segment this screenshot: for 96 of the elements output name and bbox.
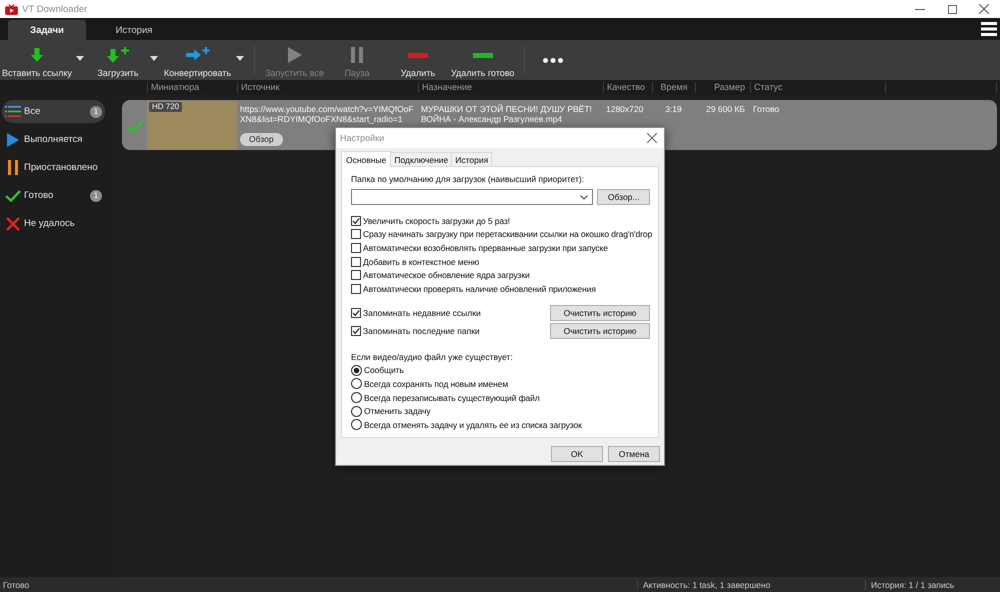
column-header[interactable]: Статус [750,82,885,93]
checkbox-label: Запоминать последние папки [363,326,480,336]
checkbox-label: Добавить в контекстное меню [363,256,479,267]
convert-button[interactable]: Конвертировать [162,40,234,80]
column-header[interactable]: Миниатюра [147,82,237,93]
menu-button[interactable] [981,22,997,36]
pause-icon [350,47,363,63]
checkbox-label: Автоматическое обновление ядра загрузки [363,270,530,280]
column-header[interactable]: Источник [237,82,418,93]
close-icon [979,4,989,14]
sidebar-item[interactable]: Не удалось [2,212,105,235]
maximize-icon [948,4,956,14]
column-header[interactable]: Назначение [418,82,603,93]
right-arrow-plus-icon [186,47,210,63]
minimize-icon [915,8,925,10]
ok-button[interactable]: OK [551,446,603,462]
dialog-title: Настройки [340,133,384,143]
count-badge: 1 [90,106,102,118]
close-icon [647,133,657,143]
delete-finished-button[interactable]: Удалить готово [448,40,516,80]
minus-icon [472,52,493,58]
status-message: Готово [2,580,30,590]
task-source: https://www.youtube.com/watch?v=YIMQfOoFXN8&list=RDYIMQfOoFXN8&start_radio=1 [240,104,415,124]
window-title: VT Downloader [22,4,88,14]
dialog-tab[interactable]: История [451,152,492,166]
tab[interactable]: Задачи [8,20,86,40]
radio-button[interactable] [351,419,362,430]
radio-label: Всегда отменять задачу и удалять ее из списка загрузок [364,420,582,430]
radio-label: Отменить задачу [364,406,431,416]
pause-icon [8,160,18,175]
caret-down-icon [76,56,84,60]
radio-label: Сообщить [364,365,404,376]
checkbox[interactable] [351,308,361,318]
menu-icon [981,22,997,36]
check-icon [5,190,21,202]
play-icon [288,47,302,63]
paste-link-button[interactable]: Вставить ссылку [0,40,74,80]
check-icon [126,121,142,133]
folder-dropdown[interactable] [351,189,594,205]
column-header[interactable]: Качество [603,82,652,93]
radio-button[interactable] [351,364,362,376]
checkbox[interactable] [351,242,361,253]
checkbox[interactable] [351,229,361,240]
cancel-button[interactable]: Отмена [608,446,660,462]
column-header[interactable]: Размер [695,82,750,93]
down-arrow-plus-icon [106,47,129,63]
list-icon [5,106,21,117]
clear-history-button[interactable]: Очистить историю [550,322,650,339]
task-quality: 1280x720 [605,103,644,116]
tv-play-icon [5,4,18,14]
checkbox[interactable] [351,256,361,267]
radio-label: Всегда перезаписывать существующий файл [364,392,540,403]
sidebar-item[interactable]: Приостановлено [2,156,105,179]
caret-down-icon [150,56,158,60]
column-header[interactable]: Время [652,82,695,93]
more-dots-icon [543,58,564,62]
checkbox[interactable] [351,270,361,280]
task-destination: МУРАШКИ ОТ ЭТОЙ ПЕСНИ! ДУШУ РВЁТ! ВОЙНА - Александр Разгуляев.mp4 [420,103,593,126]
activity-status: Активность: 1 task, 1 завершено [637,580,865,590]
download-button[interactable]: Загрузить [88,40,148,80]
count-badge: 1 [90,190,102,202]
chevron-down-icon [580,194,588,200]
task-duration: 3:19 [664,103,683,116]
checkbox-label: Автоматически проверять наличие обновлений приложения [363,284,596,294]
sidebar-item[interactable]: Готово 1 [2,184,105,207]
task-size: 29 600 КБ [705,103,746,116]
checkbox[interactable] [351,326,361,336]
radio-button[interactable] [351,378,362,390]
clear-history-button[interactable]: Очистить историю [550,305,650,322]
down-arrow-icon [30,48,43,62]
browse-button[interactable]: Обзор... [597,189,650,205]
caret-down-icon [236,56,244,60]
sidebar-item[interactable]: Выполняется [2,128,105,151]
radio-button[interactable] [351,406,362,417]
checkbox-label: Увеличить скорость загрузки до 5 раз! [363,216,510,226]
dialog-tab[interactable]: Подключение [390,152,452,166]
sidebar-item[interactable]: Все 1 [2,100,105,123]
checkbox-label: Автоматически возобновлять прерванные загрузки при запуске [363,242,608,253]
browse-button[interactable]: Обзор [240,133,283,146]
tab[interactable]: История [95,20,173,40]
play-icon [7,132,19,146]
checkbox[interactable] [351,284,361,294]
quality-badge: HD 720 [149,102,182,112]
task-status: Готово [752,103,780,116]
cross-icon [6,216,20,230]
checkbox-label: Запоминать недавние ссылки [363,308,481,318]
radio-button[interactable] [351,392,362,404]
dialog-tab[interactable]: Основные [341,151,392,167]
folder-label: Папка по умолчанию для загрузок (наивысший приоритет): [351,174,586,185]
minus-icon [408,52,428,58]
history-status: История: 1 / 1 запись [865,580,1000,590]
delete-button[interactable]: Удалить [388,40,448,80]
checkbox[interactable] [351,216,361,226]
exists-label: Если видео/аудио файл уже существует: [351,350,514,363]
checkbox-label: Сразу начинать загрузку при перетаскивании ссылки на окошко drag'n'drop [363,229,652,240]
radio-label: Всегда сохранять под новым именем [364,378,508,389]
